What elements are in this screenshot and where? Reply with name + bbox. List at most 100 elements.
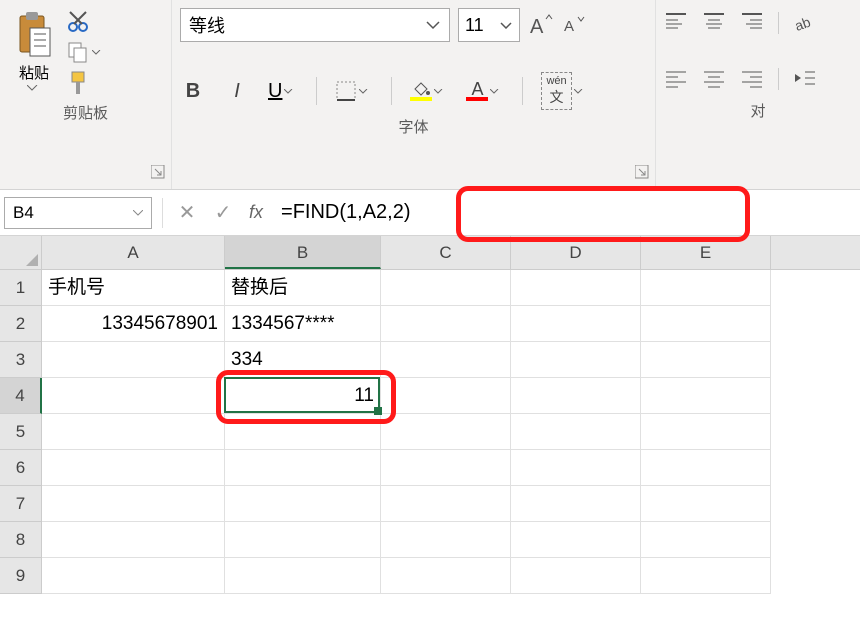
copy-icon[interactable] [66, 40, 90, 64]
column-header[interactable]: B [225, 236, 381, 269]
align-top-center-icon[interactable] [702, 12, 726, 32]
column-header[interactable]: D [511, 236, 641, 269]
cell[interactable] [511, 270, 641, 306]
cell[interactable] [511, 522, 641, 558]
group-label-clipboard: 剪贴板 [8, 96, 163, 131]
cell[interactable] [641, 270, 771, 306]
chevron-down-icon [27, 85, 41, 91]
accept-formula-button[interactable]: ✓ [205, 200, 241, 225]
shrink-font-icon[interactable]: A [562, 13, 588, 37]
cell[interactable] [641, 414, 771, 450]
chevron-down-icon [425, 20, 441, 30]
align-left-icon[interactable] [664, 68, 688, 88]
fx-label[interactable]: fx [241, 202, 271, 223]
formula-input[interactable]: =FIND(1,A2,2) [271, 201, 860, 224]
orientation-icon[interactable]: ab [793, 12, 817, 32]
decrease-indent-icon[interactable] [793, 68, 817, 88]
align-top-left-icon[interactable] [664, 12, 688, 32]
row-header[interactable]: 9 [0, 558, 42, 594]
font-size-select[interactable]: 11 [458, 8, 520, 42]
cell[interactable] [641, 486, 771, 522]
scissors-icon[interactable] [66, 10, 90, 34]
cell[interactable] [511, 306, 641, 342]
underline-button[interactable]: U [268, 80, 298, 103]
column-header[interactable]: A [42, 236, 225, 269]
cell[interactable] [42, 522, 225, 558]
align-right-icon[interactable] [740, 68, 764, 88]
phonetic-button[interactable]: wén 文 [541, 72, 587, 110]
cell[interactable] [42, 450, 225, 486]
cell[interactable] [381, 486, 511, 522]
grow-font-icon[interactable]: A [528, 13, 554, 37]
column-header[interactable]: C [381, 236, 511, 269]
cell[interactable] [225, 450, 381, 486]
paste-button[interactable]: 粘贴 [8, 8, 60, 96]
cell[interactable] [42, 414, 225, 450]
cell[interactable] [381, 414, 511, 450]
cell[interactable] [641, 450, 771, 486]
cell[interactable]: 334 [225, 342, 381, 378]
cell[interactable] [511, 558, 641, 594]
cell[interactable] [381, 522, 511, 558]
cell[interactable] [511, 342, 641, 378]
cell[interactable] [381, 342, 511, 378]
cell[interactable] [641, 342, 771, 378]
row-header[interactable]: 8 [0, 522, 42, 558]
row-header[interactable]: 6 [0, 450, 42, 486]
border-icon [335, 80, 357, 102]
formula-bar: B4 ✕ ✓ fx =FIND(1,A2,2) [0, 190, 860, 236]
dialog-launcher-icon[interactable] [151, 165, 165, 179]
format-painter-icon[interactable] [66, 70, 90, 96]
cell[interactable]: 1334567**** [225, 306, 381, 342]
bold-button[interactable]: B [180, 80, 206, 103]
svg-text:ab: ab [793, 14, 813, 32]
align-center-icon[interactable] [702, 68, 726, 88]
cell[interactable] [511, 486, 641, 522]
borders-button[interactable] [335, 80, 373, 102]
row-header[interactable]: 5 [0, 414, 42, 450]
spreadsheet-grid[interactable]: ABCDE 123456789 手机号替换后133456789011334567… [0, 236, 860, 594]
row-header[interactable]: 1 [0, 270, 42, 306]
column-header[interactable]: E [641, 236, 771, 269]
fill-color-button[interactable] [410, 81, 448, 101]
name-box[interactable]: B4 [4, 197, 152, 229]
cell[interactable]: 替换后 [225, 270, 381, 306]
cell[interactable] [641, 378, 771, 414]
cell[interactable] [225, 558, 381, 594]
cell[interactable] [641, 306, 771, 342]
cell[interactable] [42, 486, 225, 522]
cell[interactable] [381, 450, 511, 486]
cancel-formula-button[interactable]: ✕ [169, 200, 205, 225]
cell[interactable] [381, 270, 511, 306]
font-color-button[interactable]: A [466, 81, 504, 101]
cell[interactable]: 11 [225, 378, 381, 414]
cell[interactable]: 手机号 [42, 270, 225, 306]
align-top-right-icon[interactable] [740, 12, 764, 32]
dialog-launcher-icon[interactable] [635, 165, 649, 179]
row-header[interactable]: 7 [0, 486, 42, 522]
cell[interactable] [381, 558, 511, 594]
cell[interactable] [511, 414, 641, 450]
cell[interactable] [511, 378, 641, 414]
cell[interactable] [225, 414, 381, 450]
row-header[interactable]: 2 [0, 306, 42, 342]
cell[interactable] [641, 558, 771, 594]
cell[interactable] [42, 378, 225, 414]
cell[interactable] [42, 558, 225, 594]
cell[interactable] [641, 522, 771, 558]
chevron-down-icon [133, 210, 143, 216]
cell[interactable] [381, 378, 511, 414]
cell[interactable] [381, 306, 511, 342]
row-header[interactable]: 4 [0, 378, 42, 414]
clipboard-icon [14, 10, 54, 60]
cell[interactable] [511, 450, 641, 486]
cell[interactable]: 13345678901 [42, 306, 225, 342]
svg-text:A: A [530, 16, 544, 37]
cell[interactable] [225, 522, 381, 558]
italic-button[interactable]: I [224, 80, 250, 103]
row-header[interactable]: 3 [0, 342, 42, 378]
select-all-corner[interactable] [0, 236, 42, 269]
font-name-select[interactable]: 等线 [180, 8, 450, 42]
cell[interactable] [225, 486, 381, 522]
cell[interactable] [42, 342, 225, 378]
